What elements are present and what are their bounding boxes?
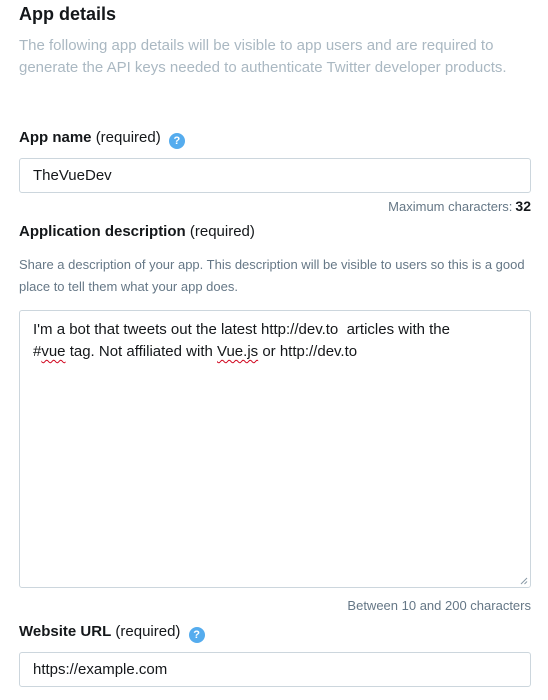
app-description-textarea[interactable]: I'm a bot that tweets out the latest htt… xyxy=(19,310,531,588)
question-circle-icon[interactable]: ? xyxy=(168,133,185,149)
section-title: App details xyxy=(19,4,117,24)
section-intro: The following app details will be visibl… xyxy=(19,37,507,76)
app-details-form: App details The following app details wi… xyxy=(0,0,548,700)
app-description-required-text: (required) xyxy=(189,223,255,240)
app-name-input[interactable] xyxy=(19,158,531,193)
website-url-required-text: (required) xyxy=(115,623,181,640)
app-name-counter-label: Maximum characters: xyxy=(388,199,513,214)
website-url-label: Website URL (required) ? xyxy=(19,622,205,643)
app-description-char-counter: Between 10 and 200 characters xyxy=(347,598,531,613)
app-name-char-counter: Maximum characters: 32 xyxy=(388,198,531,214)
app-description-line-1: I'm a bot that tweets out the latest htt… xyxy=(33,321,450,338)
app-description-help-text: Share a description of your app. This de… xyxy=(19,257,525,294)
app-description-label-text: Application description xyxy=(19,223,186,240)
app-description-line-2-end: or http://dev.to xyxy=(258,343,358,360)
misspelled-word: vue xyxy=(41,343,66,360)
website-url-input[interactable] xyxy=(19,652,531,687)
app-name-label-text: App name xyxy=(19,129,92,146)
website-url-label-text: Website URL xyxy=(19,623,112,640)
app-name-required-text: (required) xyxy=(95,129,161,146)
misspelled-word: Vue.js xyxy=(217,343,259,360)
resize-grip-icon[interactable] xyxy=(520,577,528,585)
question-circle-icon[interactable]: ? xyxy=(188,627,205,643)
app-name-label: App name (required) ? xyxy=(19,128,185,149)
app-name-counter-value: 32 xyxy=(515,198,531,214)
app-description-line-2-middle: tag. Not affiliated with xyxy=(65,343,218,360)
app-description-label: Application description (required) xyxy=(19,222,255,242)
